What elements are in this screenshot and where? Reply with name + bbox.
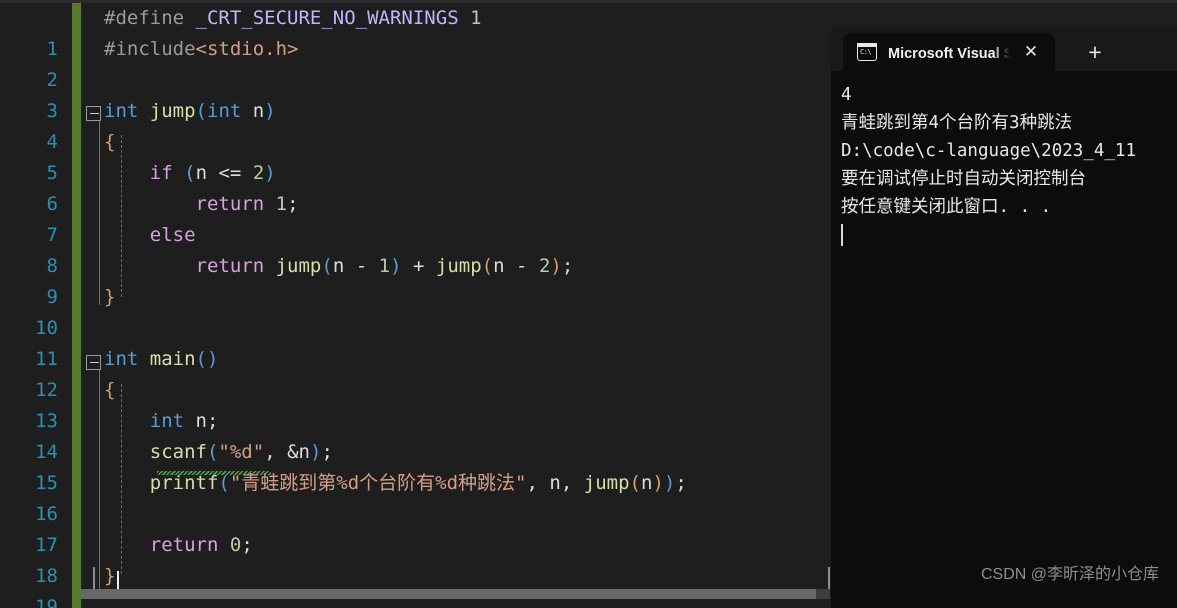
code-line[interactable]: 12 int main() [0, 344, 831, 401]
terminal-output[interactable]: 4 青蛙跳到第4个台阶有3种跳法 D:\code\c-language\2023… [831, 71, 1177, 608]
screen-root: 1 #define _CRT_SECURE_NO_WARNINGS 1 2 #i… [0, 0, 1177, 608]
code-line[interactable]: 19 } [0, 561, 831, 608]
line-content: { [104, 379, 116, 401]
line-content: return jump(n - 1) + jump(n - 2); [195, 255, 574, 277]
code-line[interactable]: 5 { [0, 127, 831, 184]
code-line[interactable]: 15 scanf("%d", &n); [0, 437, 831, 494]
code-line[interactable]: 13 { [0, 375, 831, 432]
code-editor[interactable]: 1 #define _CRT_SECURE_NO_WARNINGS 1 2 #i… [0, 3, 831, 608]
line-content: else [149, 224, 196, 246]
code-line[interactable]: 8 else [0, 220, 831, 277]
code-line[interactable]: 6 if (n <= 2) [0, 158, 831, 215]
line-content: int jump(int n) [104, 100, 276, 122]
terminal-output-line: 4 [841, 85, 852, 105]
terminal-title-bar[interactable]: Microsoft Visual Studio 调试控 ✕ + [831, 25, 1177, 71]
code-line[interactable]: 4 int jump(int n) [0, 96, 831, 153]
code-line[interactable]: 18 return 0; [0, 530, 831, 587]
terminal-cursor [841, 224, 843, 246]
console-cmd-icon [857, 43, 877, 61]
line-content: if (n <= 2) [149, 162, 276, 184]
line-content [100, 313, 104, 344]
code-line[interactable]: 14 int n; [0, 406, 831, 463]
terminal-output-line: D:\code\c-language\2023_4_11 [841, 141, 1137, 161]
line-content: #define _CRT_SECURE_NO_WARNINGS 1 [104, 7, 482, 29]
line-content [100, 65, 104, 96]
line-content: } [104, 286, 116, 308]
line-content: int n; [149, 410, 219, 432]
terminal-tab-title: Microsoft Visual Studio 调试控 [888, 45, 1010, 62]
terminal-output-line: 按任意键关闭此窗口. . . [841, 197, 1052, 217]
csdn-watermark: CSDN @李昕泽的小仓库 [980, 566, 1159, 583]
code-line[interactable]: 1 #define _CRT_SECURE_NO_WARNINGS 1 [0, 3, 831, 60]
code-line[interactable]: 17 [0, 499, 831, 556]
new-tab-icon[interactable]: + [1075, 33, 1115, 71]
close-icon[interactable]: ✕ [1021, 42, 1041, 62]
terminal-tab[interactable]: Microsoft Visual Studio 调试控 ✕ [843, 33, 1055, 71]
code-line[interactable]: 10 } [0, 282, 831, 339]
line-content: #include<stdio.h> [104, 38, 299, 60]
line-content: printf("青蛙跳到第%d个台阶有%d种跳法", n, jump(n)); [149, 472, 687, 494]
line-content: { [104, 131, 116, 153]
terminal-window[interactable]: Microsoft Visual Studio 调试控 ✕ + 4 青蛙跳到第4… [831, 25, 1177, 608]
code-line[interactable]: 3 [0, 65, 831, 122]
code-line[interactable]: 11 [0, 313, 831, 370]
line-content: return 1; [195, 193, 299, 215]
terminal-output-line: 青蛙跳到第4个台阶有3种跳法 [841, 113, 1073, 133]
code-line[interactable]: 7 return 1; [0, 189, 831, 246]
line-content: return 0; [149, 534, 253, 556]
line-content: int main() [104, 348, 219, 370]
code-line[interactable]: 2 #include<stdio.h> [0, 34, 831, 91]
line-number: 19 [35, 596, 58, 608]
code-line[interactable]: 9 return jump(n - 1) + jump(n - 2); [0, 251, 831, 308]
line-content: scanf("%d", &n); [149, 441, 333, 463]
terminal-output-line: 要在调试停止时自动关闭控制台 [841, 169, 1086, 189]
line-content [100, 499, 104, 530]
line-content: } [104, 565, 116, 587]
code-line[interactable]: 16 printf("青蛙跳到第%d个台阶有%d种跳法", n, jump(n)… [0, 468, 831, 525]
